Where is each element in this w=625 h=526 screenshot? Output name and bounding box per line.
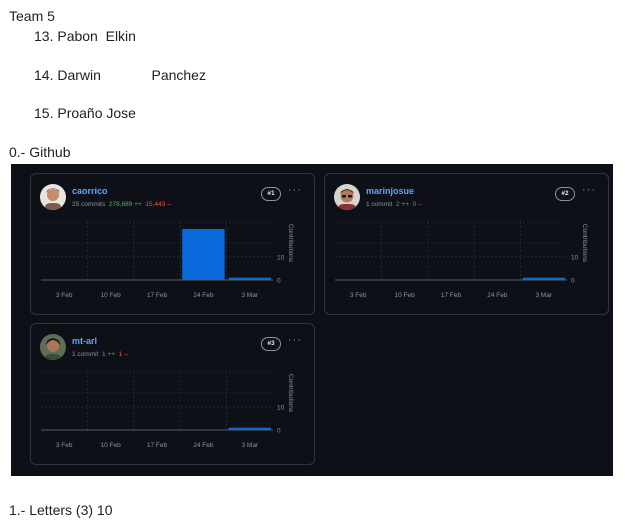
y-tick-label: 0 <box>277 278 281 285</box>
x-tick-label: 17 Feb <box>441 292 462 299</box>
contributions-chart: 3 Feb 10 Feb 17 Feb 24 Feb 3 Mar 0 10 Contribut… <box>41 371 294 449</box>
x-tick-label: 3 Feb <box>350 292 367 299</box>
x-tick-label: 3 Mar <box>241 292 258 299</box>
y-tick-label: 10 <box>277 254 285 261</box>
contributor-card-mt-arl: mt-arl 1 commit 1 ++ 1 -- #3 ··· 3 Feb 10… <box>30 323 315 465</box>
y-tick-label: 0 <box>571 278 575 285</box>
y-axis-label: Contributions <box>287 374 294 413</box>
contribution-bar <box>182 228 225 280</box>
contribution-bar <box>522 277 565 280</box>
x-tick-label: 17 Feb <box>147 442 168 449</box>
team-member-15: 15. Proaño Jose <box>34 105 136 121</box>
y-tick-label: 0 <box>277 428 281 435</box>
contributions-chart: 3 Feb 10 Feb 17 Feb 24 Feb 3 Mar 0 10 Contribut… <box>41 221 294 299</box>
x-tick-label: 24 Feb <box>193 442 214 449</box>
x-tick-label: 3 Mar <box>241 442 258 449</box>
contributor-card-caorrico: caorrico 25 commits 278,689 ++ 15,443 --… <box>30 173 315 315</box>
github-contributors-screenshot: caorrico 25 commits 278,689 ++ 15,443 --… <box>11 164 613 476</box>
y-tick-label: 10 <box>277 404 285 411</box>
contribution-bar <box>228 277 271 280</box>
x-tick-label: 3 Mar <box>535 292 552 299</box>
x-tick-label: 24 Feb <box>487 292 508 299</box>
x-tick-label: 17 Feb <box>147 292 168 299</box>
y-axis-label: Contributions <box>581 224 588 263</box>
x-tick-label: 10 Feb <box>100 442 121 449</box>
team-member-14: 14. Darwin Panchez <box>34 67 206 83</box>
contribution-bar <box>228 427 271 430</box>
x-tick-label: 3 Feb <box>56 292 73 299</box>
y-axis-label: Contributions <box>287 224 294 263</box>
team-heading: Team 5 <box>9 8 55 24</box>
x-tick-label: 3 Feb <box>56 442 73 449</box>
x-tick-label: 10 Feb <box>394 292 415 299</box>
x-tick-label: 10 Feb <box>100 292 121 299</box>
contributor-card-marinjosue: marinjosue 1 commit 2 ++ 0 -- #2 ··· 3 F… <box>324 173 609 315</box>
y-tick-label: 10 <box>571 254 579 261</box>
contributions-chart: 3 Feb 10 Feb 17 Feb 24 Feb 3 Mar 0 10 Contribut… <box>335 221 588 299</box>
x-tick-label: 24 Feb <box>193 292 214 299</box>
letters-line: 1.- Letters (3) 10 <box>9 502 113 518</box>
team-member-13: 13. Pabon Elkin <box>34 28 136 44</box>
github-heading: 0.- Github <box>9 144 71 160</box>
